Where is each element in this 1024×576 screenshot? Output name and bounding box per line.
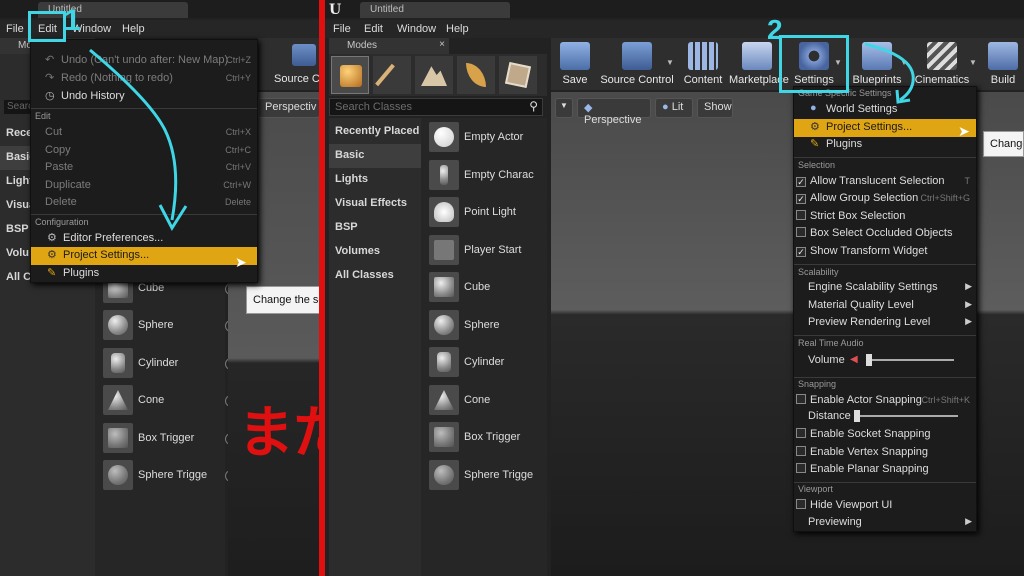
annotation-arrow-2 — [864, 42, 915, 104]
right-screenshot: U Untitled File Edit Window Help Modes × … — [325, 0, 1024, 576]
left-screenshot: Untitled File Edit Window Help Mode Sear… — [0, 0, 320, 576]
handwritten-note: または — [238, 401, 320, 466]
annotation-arrow-1 — [89, 48, 188, 231]
